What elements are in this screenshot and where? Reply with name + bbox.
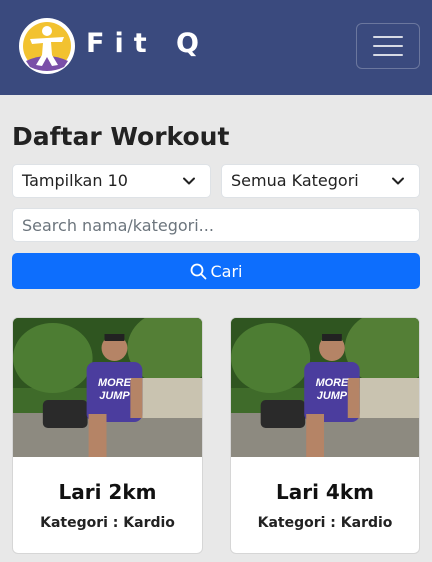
search-input[interactable] <box>12 208 420 242</box>
search-icon <box>190 263 206 279</box>
navbar: Fit Q <box>0 0 432 95</box>
runner-logo-icon[interactable] <box>18 17 76 75</box>
workout-category: Kategori : Kardio <box>40 515 175 531</box>
chevron-down-icon <box>392 177 404 185</box>
show-count-value: Tampilkan 10 <box>22 171 128 190</box>
workout-name[interactable]: Lari 2km <box>13 480 202 504</box>
svg-text:MORE: MORE <box>98 377 132 389</box>
search-button-label: Cari <box>210 261 243 281</box>
hamburger-icon <box>373 36 403 38</box>
workout-image: MORE JUMP <box>13 318 202 457</box>
workout-name[interactable]: Lari 4km <box>231 480 419 504</box>
workout-card[interactable]: MORE JUMP Lari 2km Kategori : Kardio <box>12 317 203 554</box>
svg-text:JUMP: JUMP <box>99 390 130 402</box>
show-count-select[interactable]: Tampilkan 10 <box>12 164 211 198</box>
workout-card[interactable]: MORE JUMP Lari 4km Kategori : Kardio <box>230 317 420 554</box>
brand-name[interactable]: Fit Q <box>86 28 209 59</box>
category-select[interactable]: Semua Kategori <box>221 164 420 198</box>
workout-category: Kategori : Kardio <box>257 515 393 531</box>
hamburger-menu-button[interactable] <box>356 23 420 69</box>
category-value: Semua Kategori <box>231 171 359 190</box>
svg-text:JUMP: JUMP <box>317 390 348 402</box>
svg-text:MORE: MORE <box>316 377 349 389</box>
workout-image: MORE JUMP <box>231 318 419 457</box>
search-button[interactable]: Cari <box>12 253 420 289</box>
chevron-down-icon <box>183 177 195 185</box>
page-title: Daftar Workout <box>12 122 230 151</box>
